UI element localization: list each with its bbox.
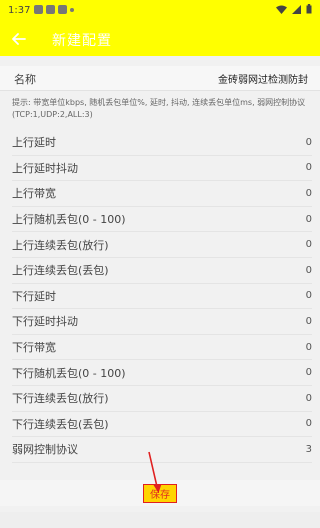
param-row-uplink-bandwidth[interactable]: 上行带宽 0: [12, 181, 312, 207]
param-value[interactable]: 0: [306, 214, 312, 225]
param-label: 上行连续丢包(丢包): [12, 264, 109, 278]
arrow-left-icon: [12, 33, 26, 45]
param-row-uplink-delay[interactable]: 上行延时 0: [12, 130, 312, 156]
param-label: 下行连续丢包(放行): [12, 392, 109, 406]
param-value[interactable]: 0: [306, 316, 312, 327]
param-row-downlink-continuous-drop[interactable]: 下行连续丢包(丢包) 0: [12, 412, 312, 438]
notification-icon: [34, 5, 43, 14]
param-row-uplink-continuous-drop[interactable]: 上行连续丢包(丢包) 0: [12, 258, 312, 284]
save-bar: 保存: [0, 480, 320, 506]
hint-text: 提示: 带宽单位kbps, 随机丢包单位%, 延时, 抖动, 连续丢包单位ms,…: [12, 98, 306, 119]
page-title: 新建配置: [52, 33, 112, 49]
param-row-downlink-delay[interactable]: 下行延时 0: [12, 284, 312, 310]
param-label: 上行连续丢包(放行): [12, 238, 109, 252]
bottom-strip: [0, 512, 320, 528]
notification-dot-icon: [70, 8, 74, 12]
param-label: 下行随机丢包(0 - 100): [12, 366, 126, 380]
param-value[interactable]: 0: [306, 162, 312, 173]
name-value[interactable]: 金砖弱网过检测防封: [218, 71, 308, 86]
param-row-uplink-random-loss[interactable]: 上行随机丢包(0 - 100) 0: [12, 207, 312, 233]
param-list: 上行延时 0 上行延时抖动 0 上行带宽 0 上行随机丢包(0 - 100) 0…: [12, 130, 312, 463]
param-row-downlink-random-loss[interactable]: 下行随机丢包(0 - 100) 0: [12, 360, 312, 386]
name-field[interactable]: 名称 金砖弱网过检测防封: [0, 66, 320, 91]
back-button[interactable]: [10, 30, 28, 48]
param-value[interactable]: 0: [306, 367, 312, 378]
name-label: 名称: [14, 73, 36, 86]
param-label: 下行延时: [12, 289, 56, 303]
param-label: 下行延时抖动: [12, 315, 78, 329]
param-value[interactable]: 0: [306, 393, 312, 404]
param-label: 上行延时抖动: [12, 161, 78, 175]
param-label: 上行带宽: [12, 187, 56, 201]
notification-icon: [58, 5, 67, 14]
param-value[interactable]: 0: [306, 265, 312, 276]
param-label: 弱网控制协议: [12, 443, 78, 457]
param-value[interactable]: 0: [306, 342, 312, 353]
param-row-uplink-jitter[interactable]: 上行延时抖动 0: [12, 156, 312, 182]
signal-icon: [292, 4, 301, 14]
status-time: 1:37: [8, 5, 31, 16]
param-value[interactable]: 0: [306, 290, 312, 301]
param-label: 上行随机丢包(0 - 100): [12, 213, 126, 227]
notification-icons: [34, 5, 74, 14]
param-value[interactable]: 3: [306, 444, 312, 455]
param-row-protocol[interactable]: 弱网控制协议 3: [12, 437, 312, 463]
param-value[interactable]: 0: [306, 239, 312, 250]
param-row-downlink-continuous-pass[interactable]: 下行连续丢包(放行) 0: [12, 386, 312, 412]
wifi-icon: [276, 5, 287, 14]
param-label: 上行延时: [12, 136, 56, 150]
param-row-downlink-bandwidth[interactable]: 下行带宽 0: [12, 335, 312, 361]
param-label: 下行带宽: [12, 341, 56, 355]
param-row-uplink-continuous-pass[interactable]: 上行连续丢包(放行) 0: [12, 232, 312, 258]
notification-icon: [46, 5, 55, 14]
param-value[interactable]: 0: [306, 137, 312, 148]
system-icons: [276, 4, 312, 14]
param-value[interactable]: 0: [306, 418, 312, 429]
param-value[interactable]: 0: [306, 188, 312, 199]
param-label: 下行连续丢包(丢包): [12, 417, 109, 431]
param-row-downlink-jitter[interactable]: 下行延时抖动 0: [12, 309, 312, 335]
save-button[interactable]: 保存: [143, 483, 177, 503]
battery-icon: [306, 4, 312, 14]
status-bar: 1:37: [0, 0, 320, 22]
app-bar: 新建配置: [0, 22, 320, 56]
